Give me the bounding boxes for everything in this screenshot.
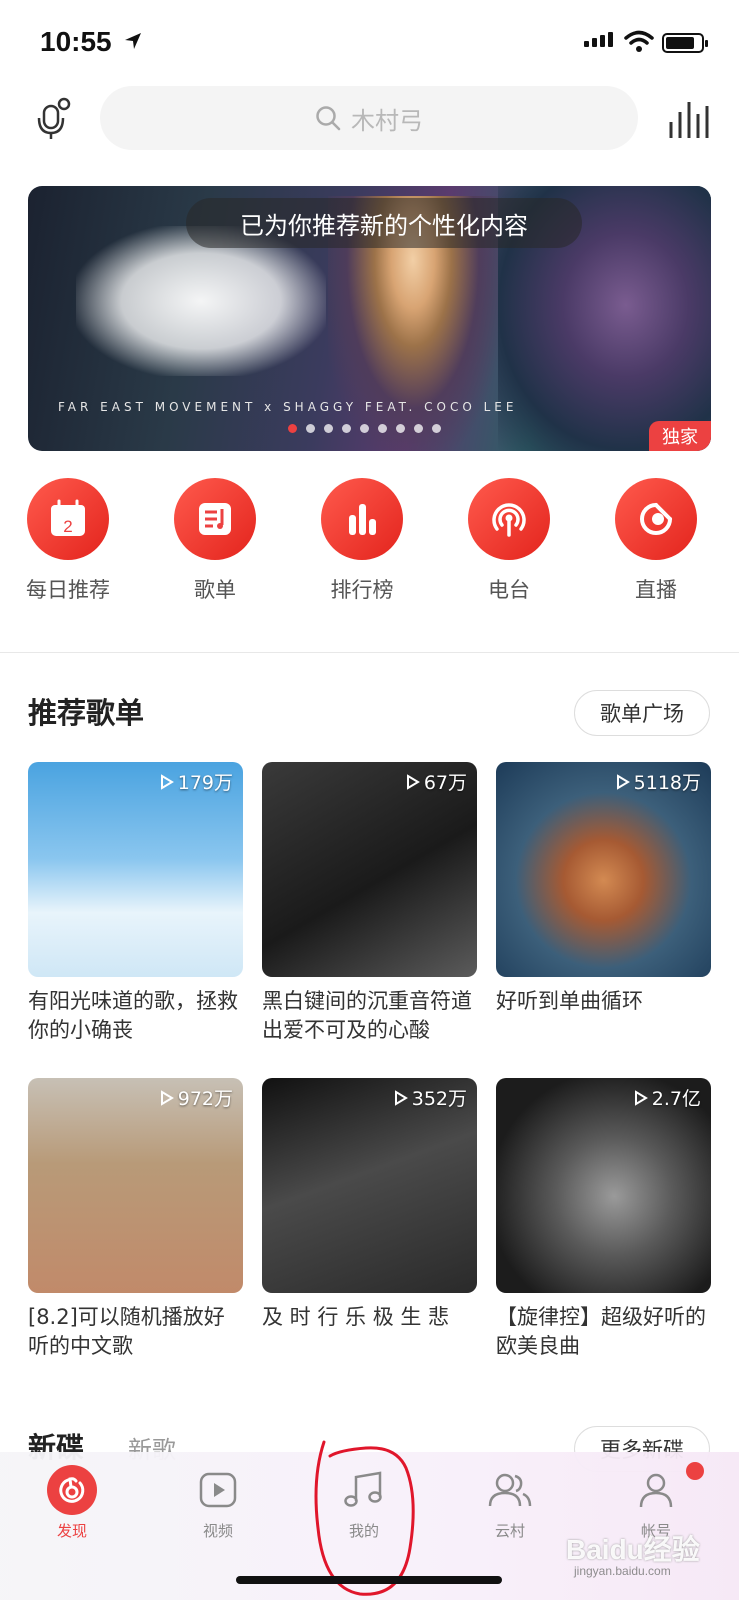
play-count: 352万 [394,1084,467,1111]
account-icon [639,1473,673,1508]
playlist-plaza-button[interactable]: 歌单广场 [574,690,710,736]
voice-mic-icon[interactable] [34,96,74,140]
carousel-dot[interactable] [432,424,441,433]
entry-playlist[interactable]: 歌单 [155,478,275,604]
play-icon [634,1089,648,1106]
carousel-dot[interactable] [306,424,315,433]
entry-label: 直播 [635,578,677,602]
exclusive-badge: 独家 [649,421,711,451]
section-title: 推荐歌单 [28,696,145,730]
chart-bars-icon [349,504,376,535]
video-icon [199,1472,237,1508]
carousel-dot[interactable] [360,424,369,433]
play-count: 5118万 [616,768,701,795]
tab-label: 视频 [202,1522,233,1540]
playlist-cover: 5118万 [496,762,711,977]
calendar-day: 2 [63,517,72,536]
play-icon [160,1089,174,1106]
playlist-card[interactable]: 5118万 好听到单曲循环 [496,762,711,1045]
playlist-title: 好听到单曲循环 [496,989,643,1013]
play-count: 972万 [160,1084,233,1111]
status-bar: 10:55 [0,0,739,84]
playlist-cover: 352万 [262,1078,477,1293]
playlist-icon [199,503,231,535]
tab-label: 发现 [56,1522,87,1540]
playlist-title: 有阳光味道的歌，拯救你的小确丧 [28,989,238,1042]
carousel-dot[interactable] [288,424,297,433]
banner-caption: FAR EAST MOVEMENT x SHAGGY FEAT. COCO LE… [58,400,518,414]
watermark-brand: Baidu经验 [566,1534,700,1565]
entry-live[interactable]: 直播 [596,478,716,604]
entry-radio[interactable]: 电台 [449,478,569,604]
notification-dot [686,1462,704,1480]
entry-daily-recommend[interactable]: 2 每日推荐 [8,478,128,604]
banner-blurred-title [76,226,326,376]
tab-video[interactable]: 视频 [168,1462,268,1541]
entry-label: 电台 [488,578,530,602]
tab-community[interactable]: 云村 [460,1462,560,1541]
carousel-dot[interactable] [378,424,387,433]
playlist-card[interactable]: 352万 及 时 行 乐 极 生 悲 [262,1078,477,1361]
playlist-title: 【旋律控】超级好听的欧美良曲 [496,1305,706,1358]
discover-icon [59,1477,85,1503]
play-icon [616,773,630,790]
playlist-title: [8.2]可以随机播放好听的中文歌 [28,1305,225,1358]
carousel-dot[interactable] [414,424,423,433]
playlist-card[interactable]: 2.7亿 【旋律控】超级好听的欧美良曲 [496,1078,711,1361]
banner-notice: 已为你推荐新的个性化内容 [186,198,582,248]
playlist-card[interactable]: 972万 [8.2]可以随机播放好听的中文歌 [28,1078,243,1361]
play-count: 179万 [160,768,233,795]
playlist-cover: 972万 [28,1078,243,1293]
entry-label: 每日推荐 [26,578,110,602]
calendar-icon: 2 [51,499,85,536]
wifi-icon [624,30,654,52]
location-arrow-icon [125,33,141,49]
battery-icon [662,33,708,53]
search-placeholder: 木村弓 [351,106,423,135]
search-bar[interactable]: 木村弓 [100,86,638,150]
live-icon [640,503,672,535]
playlist-cover: 67万 [262,762,477,977]
carousel-dots [288,424,441,433]
play-count: 2.7亿 [634,1084,701,1111]
home-indicator[interactable] [236,1576,502,1584]
quick-entries: 2 每日推荐 歌单 排行榜 电台 直播 [0,478,739,608]
play-count: 67万 [406,768,467,795]
carousel-dot[interactable] [396,424,405,433]
play-icon [394,1089,408,1106]
search-icon [316,106,341,131]
radio-icon [492,503,526,537]
status-time: 10:55 [40,26,112,57]
now-playing-icon[interactable] [668,100,710,140]
playlist-title: 及 时 行 乐 极 生 悲 [262,1305,450,1329]
play-icon [406,773,420,790]
carousel-dot[interactable] [324,424,333,433]
playlist-cover: 2.7亿 [496,1078,711,1293]
community-icon [488,1473,532,1507]
section-divider [0,652,739,653]
tab-discover[interactable]: 发现 [22,1462,122,1541]
playlist-title: 黑白键间的沉重音符道出爱不可及的心酸 [262,989,472,1042]
entry-charts[interactable]: 排行榜 [302,478,422,604]
playlist-cover: 179万 [28,762,243,977]
cellular-signal-icon [584,32,613,47]
playlist-card[interactable]: 67万 黑白键间的沉重音符道出爱不可及的心酸 [262,762,477,1045]
carousel-dot[interactable] [342,424,351,433]
play-icon [160,773,174,790]
entry-label: 排行榜 [330,578,394,602]
banner-carousel[interactable]: 已为你推荐新的个性化内容 FAR EAST MOVEMENT x SHAGGY … [28,186,711,451]
playlist-card[interactable]: 179万 有阳光味道的歌，拯救你的小确丧 [28,762,243,1045]
entry-label: 歌单 [194,578,236,602]
watermark-url: jingyan.baidu.com [574,1564,671,1578]
annotation-circle [314,1440,415,1596]
tab-label: 云村 [494,1522,525,1540]
